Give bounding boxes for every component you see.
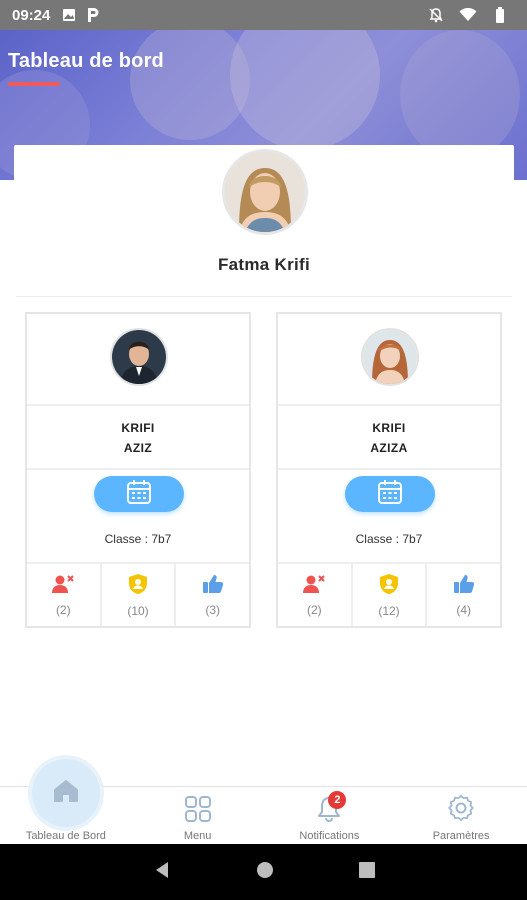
banner-photo-shape <box>400 30 520 160</box>
page-title: Tableau de bord <box>8 50 164 72</box>
grid-icon <box>184 795 212 828</box>
home-icon <box>53 779 79 808</box>
child-stats: (2) (10) (3) <box>27 564 249 626</box>
battery-icon <box>491 6 509 24</box>
likes-stat[interactable]: (3) <box>176 564 249 626</box>
classe-label: Classe : 7b7 <box>355 532 423 546</box>
child-name-zone: KRIFI AZIZ <box>27 406 249 470</box>
absences-stat[interactable]: (2) <box>27 564 102 626</box>
calendar-icon <box>377 479 403 510</box>
shield-user-icon <box>128 573 148 600</box>
notification-badge: 2 <box>328 791 347 809</box>
child-first-name: AZIZ <box>123 441 153 455</box>
title-underline <box>8 82 60 86</box>
calendar-button[interactable] <box>345 476 435 512</box>
nav-label: Paramètres <box>432 830 490 842</box>
home-button[interactable] <box>32 759 100 827</box>
nav-item-notifications[interactable]: 2 Notifications <box>264 787 396 844</box>
nav-item-dashboard[interactable]: Tableau de Bord <box>0 759 132 844</box>
child-card[interactable]: KRIFI AZIZA Classe : 7b7 (2) (12) (4) <box>276 312 502 628</box>
nav-label: Menu <box>183 830 212 842</box>
profile-name: Fatma Krifi <box>217 255 311 274</box>
child-last-name: KRIFI <box>372 421 406 435</box>
child-card[interactable]: KRIFI AZIZ Classe : 7b7 (2) (10) (3) <box>25 312 251 628</box>
child-name-zone: KRIFI AZIZA <box>278 406 500 470</box>
bottom-nav: Tableau de Bord Menu 2 Notifications Par… <box>0 759 527 844</box>
sanctions-count: (12) <box>378 603 400 618</box>
likes-count: (3) <box>205 602 221 617</box>
profile-card: Fatma Krifi <box>14 145 514 305</box>
sanctions-stat[interactable]: (10) <box>102 564 177 626</box>
wifi-icon <box>459 6 477 24</box>
system-nav-bar <box>0 844 527 900</box>
child-avatar-zone <box>27 314 249 406</box>
classe-label: Classe : 7b7 <box>104 532 172 546</box>
likes-count: (4) <box>456 602 472 617</box>
nav-label: Tableau de Bord <box>25 830 106 842</box>
parking-icon <box>84 6 102 24</box>
gear-icon <box>447 795 475 828</box>
child-action-zone: Classe : 7b7 <box>27 470 249 564</box>
avatar[interactable] <box>222 149 308 235</box>
screen: 09:24 Tableau de bord Fatma Krifi KRIFI … <box>0 0 527 900</box>
shield-user-icon <box>379 573 399 600</box>
calendar-icon <box>126 479 152 510</box>
child-action-zone: Classe : 7b7 <box>278 470 500 564</box>
calendar-button[interactable] <box>94 476 184 512</box>
user-remove-icon <box>51 574 75 599</box>
thumbs-up-icon <box>453 574 475 599</box>
nav-label: Notifications <box>299 830 360 842</box>
recents-icon[interactable] <box>358 861 376 884</box>
banner-photo-shape <box>230 30 380 150</box>
absences-count: (2) <box>56 602 71 617</box>
likes-stat[interactable]: (4) <box>427 564 500 626</box>
notifications-off-icon <box>427 6 445 24</box>
status-time: 09:24 <box>12 6 51 24</box>
divider <box>16 296 512 297</box>
avatar <box>361 328 419 386</box>
user-remove-icon <box>302 574 326 599</box>
status-bar: 09:24 <box>0 0 527 30</box>
child-last-name: KRIFI <box>121 421 155 435</box>
home-circle-icon[interactable] <box>255 860 275 885</box>
nav-item-menu[interactable]: Menu <box>132 787 264 844</box>
absences-count: (2) <box>307 602 322 617</box>
avatar <box>110 328 168 386</box>
sanctions-stat[interactable]: (12) <box>353 564 428 626</box>
back-icon[interactable] <box>152 860 172 885</box>
sanctions-count: (10) <box>127 603 149 618</box>
child-stats: (2) (12) (4) <box>278 564 500 626</box>
nav-item-settings[interactable]: Paramètres <box>395 787 527 844</box>
child-first-name: AZIZA <box>370 441 408 455</box>
bell-icon: 2 <box>316 791 347 828</box>
child-avatar-zone <box>278 314 500 406</box>
thumbs-up-icon <box>202 574 224 599</box>
image-icon <box>60 6 78 24</box>
absences-stat[interactable]: (2) <box>278 564 353 626</box>
